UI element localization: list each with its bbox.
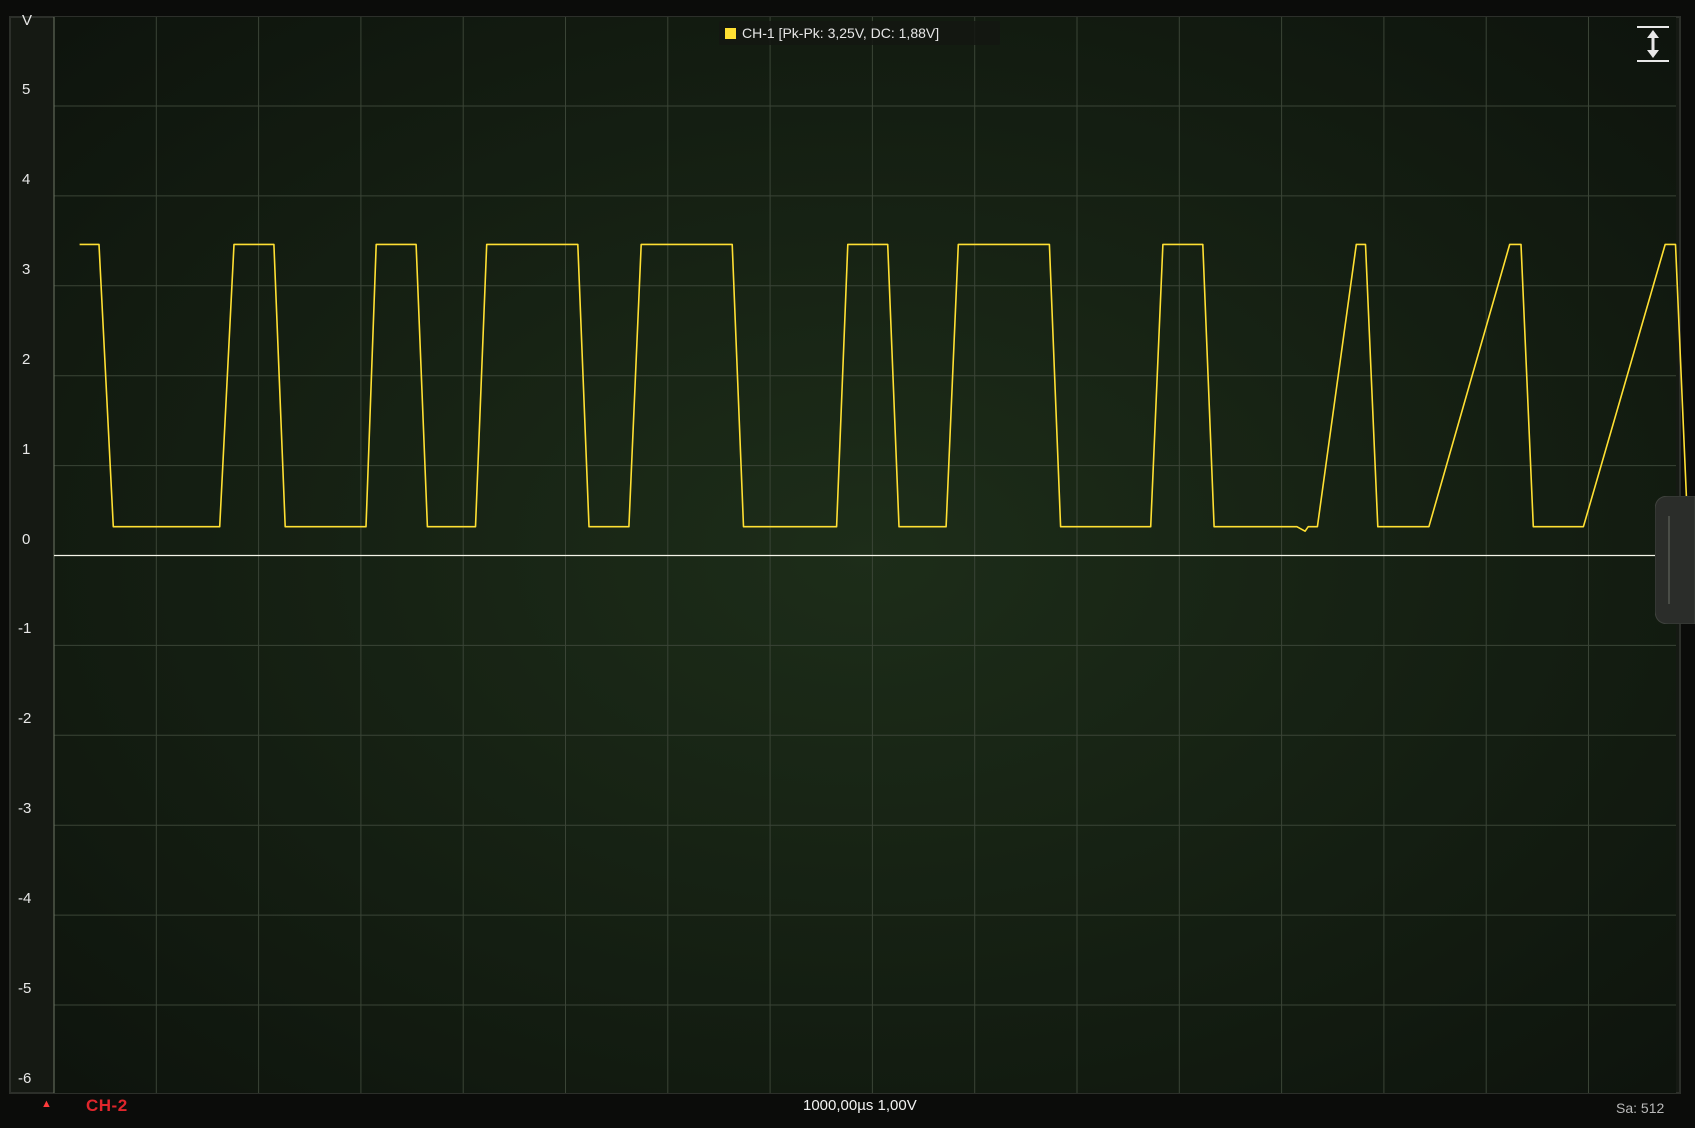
y-tick-label: 3 <box>22 260 31 278</box>
y-tick-label: 1 <box>22 440 31 458</box>
ch1-color-swatch <box>725 27 736 39</box>
ch2-channel-button[interactable]: CH-2 <box>86 1096 128 1116</box>
y-tick-label: -1 <box>18 620 32 638</box>
trigger-marker-icon[interactable]: ▲ <box>41 1098 52 1110</box>
y-tick-label: -4 <box>18 890 32 908</box>
timebase-readout[interactable]: 1000,00µs 1,00V <box>803 1097 917 1114</box>
y-tick-label: 2 <box>22 350 31 368</box>
drawer-handle-icon[interactable] <box>1655 496 1695 624</box>
y-unit-label: V <box>22 12 33 29</box>
y-tick-label: -5 <box>18 980 32 997</box>
ch1-measurement-text: CH-1 [Pk-Pk: 3,25V, DC: 1,88V] <box>742 25 940 41</box>
sample-count-readout: Sa: 512 <box>1616 1100 1665 1116</box>
y-tick-label: -3 <box>18 800 32 818</box>
vertical-resize-icon[interactable] <box>1633 24 1673 64</box>
y-tick-label: 4 <box>22 170 31 188</box>
y-tick-label: -2 <box>18 710 32 728</box>
waveform-display[interactable] <box>0 0 1695 1128</box>
channel-legend[interactable]: CH-1 [Pk-Pk: 3,25V, DC: 1,88V] <box>719 21 1000 45</box>
y-tick-label: 0 <box>22 530 31 548</box>
y-tick-label: -6 <box>18 1069 32 1087</box>
oscilloscope-window: V 5 4 3 2 1 0 -1 -2 -3 -4 -5 -6 CH-1 [Pk-Pk: 3,25V, … <box>0 0 1695 1128</box>
y-tick-label: 5 <box>22 81 31 98</box>
